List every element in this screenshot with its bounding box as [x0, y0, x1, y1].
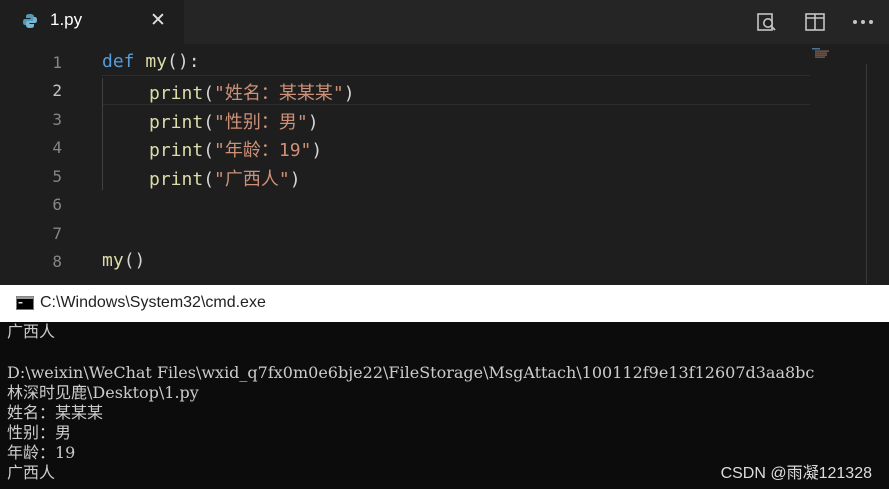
close-tab-icon[interactable]: ✕ [150, 9, 166, 31]
line-number: 4 [52, 138, 62, 157]
console-line: 广西人 [7, 463, 56, 482]
open-changes-icon[interactable] [755, 10, 779, 34]
function-call: my [102, 250, 124, 271]
open-paren: ( [203, 83, 215, 104]
keyword-def: def [102, 51, 135, 72]
indent-guide [102, 78, 103, 190]
punctuation: () [123, 250, 146, 271]
tab-bar: 1.py ✕ [0, 0, 889, 44]
code-editor[interactable]: 1 2 3 4 5 6 7 8 def my(): print("姓名：某某某"… [0, 44, 889, 285]
close-paren: ) [311, 140, 323, 161]
code-line-4: print("年龄：19") [149, 136, 322, 162]
close-paren: ) [307, 112, 319, 133]
open-paren: ( [203, 169, 215, 190]
code-line-3: print("性别：男") [149, 108, 319, 134]
line-number: 6 [52, 195, 62, 214]
string-literal: "广西人" [214, 169, 290, 190]
line-number: 1 [52, 53, 62, 72]
console-line: 年龄：19 [7, 443, 76, 462]
print-call: print [149, 112, 204, 133]
function-name: my [145, 51, 168, 72]
string-literal: "年龄：19" [214, 140, 312, 161]
editor-scrollbar-edge [866, 64, 867, 284]
code-line-5: print("广西人") [149, 165, 301, 191]
split-editor-icon[interactable] [803, 10, 827, 34]
open-paren: ( [203, 112, 215, 133]
tab-1-py[interactable]: 1.py ✕ [0, 0, 184, 44]
print-call: print [149, 83, 204, 104]
minimap[interactable] [812, 48, 834, 58]
python-file-icon [23, 14, 37, 28]
line-number: 7 [52, 224, 62, 243]
csdn-watermark: CSDN @雨凝121328 [720, 465, 872, 482]
punctuation: (): [167, 51, 200, 72]
console-line: D:\weixin\WeChat Files\wxid_q7fx0m0e6bje… [7, 363, 815, 382]
code-line-8: my() [102, 250, 145, 271]
line-number: 3 [52, 110, 62, 129]
string-literal: "姓名：某某某" [214, 83, 344, 104]
code-line-1: def my(): [102, 51, 200, 72]
tab-file-name: 1.py [50, 10, 83, 29]
console-line: 广西人 [7, 322, 56, 341]
print-call: print [149, 169, 204, 190]
print-call: print [149, 140, 204, 161]
close-paren: ) [343, 83, 355, 104]
cmd-window-icon [16, 296, 34, 310]
console-line: 姓名：某某某 [7, 403, 104, 422]
open-paren: ( [203, 140, 215, 161]
cmd-window-title: C:\Windows\System32\cmd.exe [40, 294, 266, 311]
console-line: 林深时见鹿\Desktop\1.py [7, 383, 199, 402]
line-number-active: 2 [52, 81, 62, 100]
more-actions-icon[interactable] [851, 10, 875, 34]
close-paren: ) [289, 169, 301, 190]
string-literal: "性别：男" [214, 112, 308, 133]
console-line: 性别：男 [7, 423, 72, 442]
code-line-2: print("姓名：某某某") [149, 79, 355, 105]
line-number: 8 [52, 252, 62, 271]
line-number: 5 [52, 167, 62, 186]
